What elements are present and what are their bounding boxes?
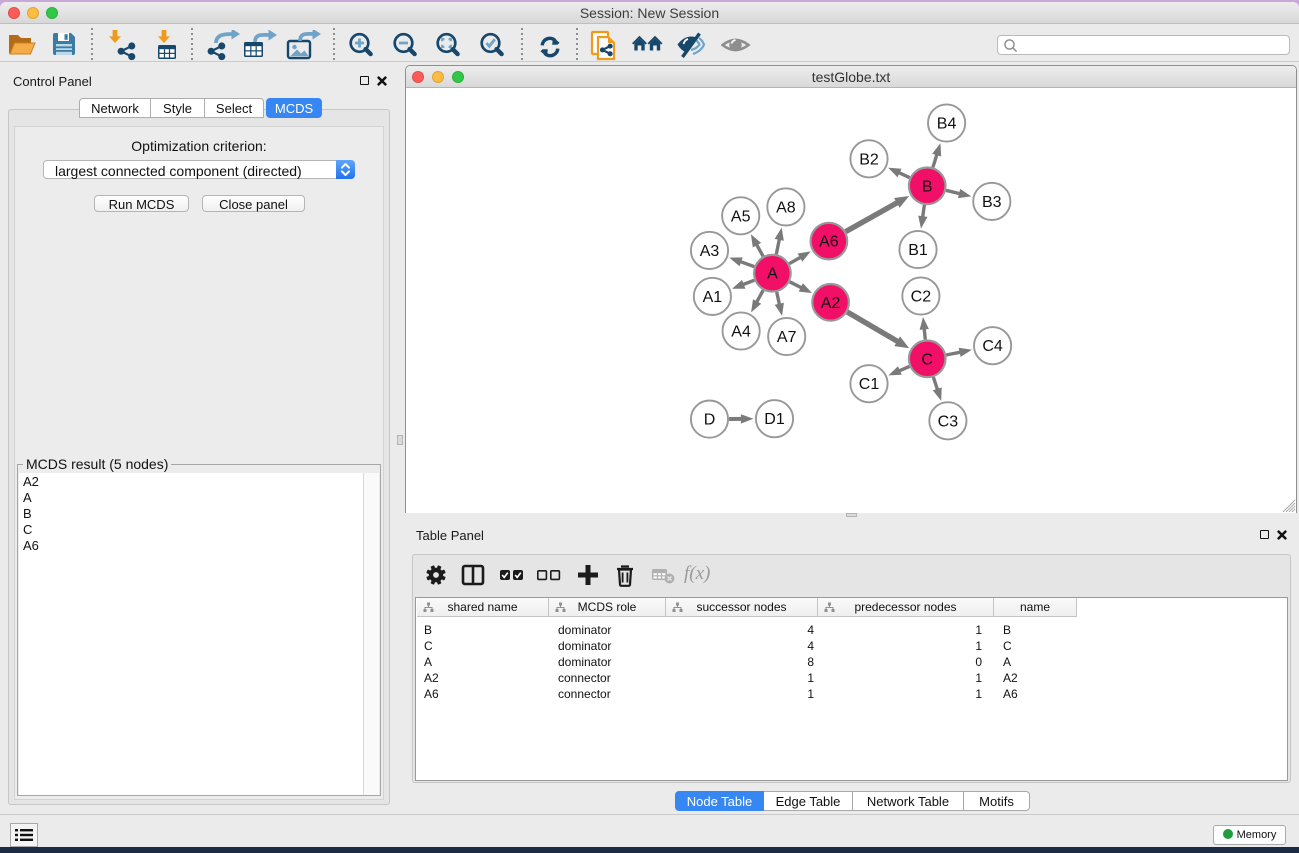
svg-text:B2: B2 xyxy=(859,151,879,168)
svg-text:A: A xyxy=(767,266,778,283)
svg-text:A8: A8 xyxy=(776,199,796,216)
svg-text:D: D xyxy=(704,412,716,429)
svg-text:A1: A1 xyxy=(703,289,723,306)
svg-text:B: B xyxy=(922,178,933,195)
svg-text:B4: B4 xyxy=(937,116,957,133)
svg-text:C3: C3 xyxy=(938,413,959,430)
svg-text:A6: A6 xyxy=(819,234,839,251)
svg-text:A3: A3 xyxy=(700,243,720,260)
svg-text:C2: C2 xyxy=(911,289,932,306)
svg-text:A2: A2 xyxy=(821,295,841,312)
svg-text:B1: B1 xyxy=(908,242,928,259)
svg-text:A4: A4 xyxy=(731,324,751,341)
svg-text:C1: C1 xyxy=(859,376,880,393)
svg-text:C: C xyxy=(921,351,933,368)
svg-text:A5: A5 xyxy=(731,208,751,225)
svg-text:C4: C4 xyxy=(982,338,1003,355)
svg-text:B3: B3 xyxy=(982,194,1002,211)
svg-text:D1: D1 xyxy=(764,411,785,428)
svg-text:A7: A7 xyxy=(777,329,797,346)
